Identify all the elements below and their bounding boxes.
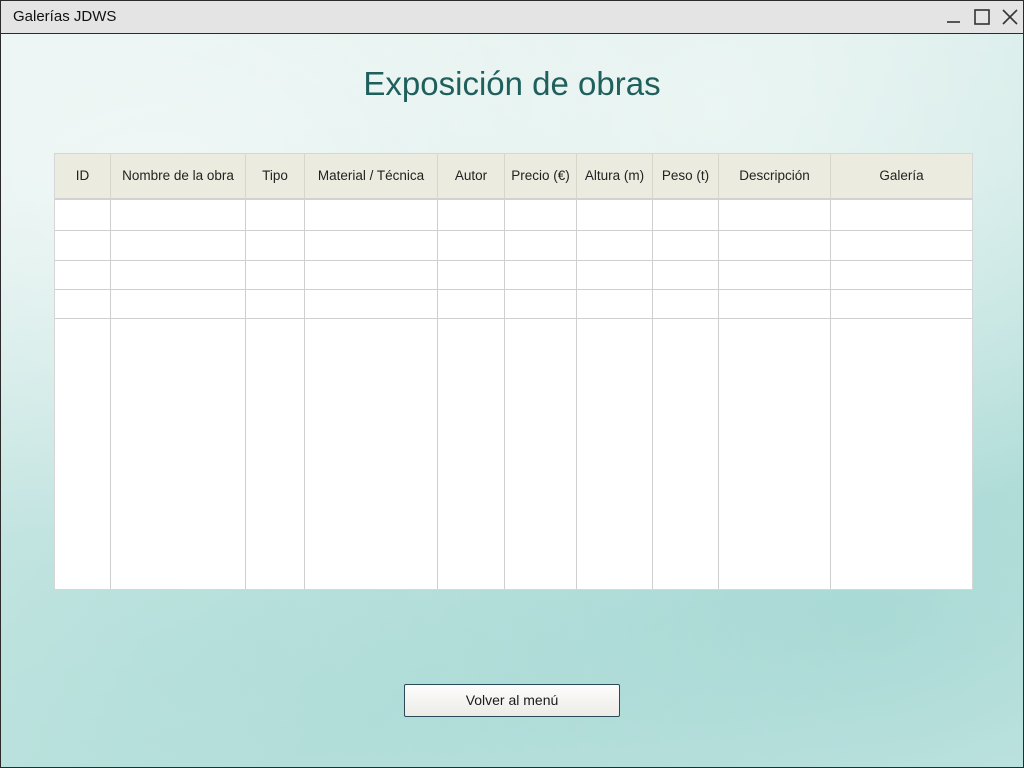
close-button[interactable]	[1000, 7, 1020, 27]
maximize-button[interactable]	[972, 7, 992, 27]
column-header-material[interactable]: Material / Técnica	[305, 154, 437, 198]
column-divider	[437, 154, 438, 589]
column-header-autor[interactable]: Autor	[438, 154, 504, 198]
maximize-icon	[974, 9, 990, 25]
column-divider	[245, 154, 246, 589]
column-divider	[718, 154, 719, 589]
column-header-peso[interactable]: Peso (t)	[653, 154, 718, 198]
table-row-divider	[55, 230, 972, 231]
column-header-altura[interactable]: Altura (m)	[577, 154, 652, 198]
column-header-nombre[interactable]: Nombre de la obra	[111, 154, 245, 198]
page-title: Exposición de obras	[363, 65, 661, 102]
title-bar: Galerías JDWS	[1, 1, 1023, 34]
column-divider	[652, 154, 653, 589]
minimize-button[interactable]	[944, 7, 964, 27]
column-divider	[830, 154, 831, 589]
column-divider	[110, 154, 111, 589]
window-title: Galerías JDWS	[13, 8, 117, 25]
column-header-tipo[interactable]: Tipo	[246, 154, 304, 198]
table-row-divider	[55, 289, 972, 290]
column-divider	[304, 154, 305, 589]
column-header-id[interactable]: ID	[55, 154, 110, 198]
app-window: Galerías JDWS Exposición de obras ID Nom…	[0, 0, 1024, 768]
table-row-divider	[55, 318, 972, 319]
column-divider	[576, 154, 577, 589]
back-to-menu-button[interactable]: Volver al menú	[404, 684, 620, 717]
close-icon	[1002, 9, 1018, 25]
column-header-precio[interactable]: Precio (€)	[505, 154, 576, 198]
table-header: ID Nombre de la obra Tipo Material / Téc…	[55, 154, 972, 200]
artworks-table[interactable]: ID Nombre de la obra Tipo Material / Téc…	[54, 153, 973, 590]
main-content: Exposición de obras ID Nombre de la obra…	[1, 34, 1023, 767]
table-row-divider	[55, 260, 972, 261]
column-header-galeria[interactable]: Galería	[831, 154, 972, 198]
column-divider	[504, 154, 505, 589]
column-header-descripcion[interactable]: Descripción	[719, 154, 830, 198]
minimize-icon	[947, 21, 960, 23]
